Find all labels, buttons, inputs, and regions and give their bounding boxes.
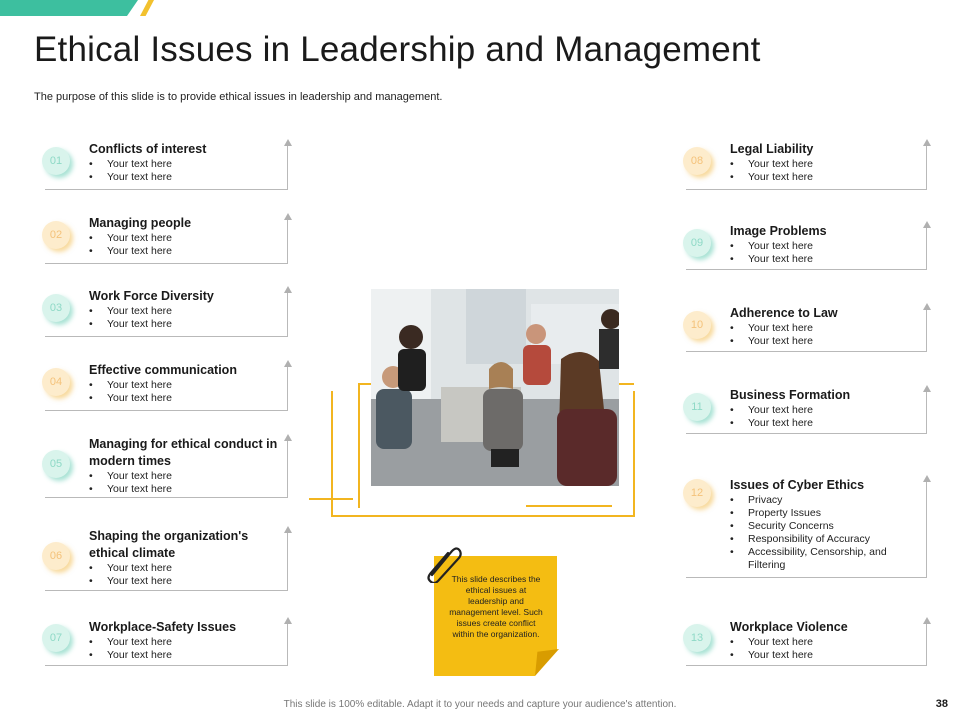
- issue-heading: Workplace-Safety Issues: [89, 620, 237, 634]
- number-badge: 02: [42, 221, 70, 249]
- bullet-list: Your text here Your text here: [730, 404, 930, 430]
- issue-card-03: 03 Work Force Diversity Your text here Y…: [42, 286, 292, 337]
- bullet-item: Your text here: [89, 483, 289, 496]
- issue-card-06: 06 Shaping the organization's ethical cl…: [42, 526, 292, 591]
- number-badge: 10: [683, 311, 711, 339]
- bullet-item: Your text here: [89, 562, 289, 575]
- bullet-item: Your text here: [89, 649, 289, 662]
- corner-accent-gold: [140, 0, 154, 16]
- number-badge: 08: [683, 147, 711, 175]
- bullet-item: Your text here: [89, 636, 289, 649]
- bullet-list: Your text here Your text here: [89, 158, 289, 184]
- bullet-list: Your text here Your text here: [730, 158, 930, 184]
- issue-heading: Managing for ethical conduct in modern t…: [89, 437, 278, 468]
- bullet-list: Privacy Property Issues Security Concern…: [730, 494, 915, 572]
- bullet-item: Your text here: [89, 379, 289, 392]
- bullet-item: Your text here: [89, 575, 289, 588]
- corner-accent-teal: [0, 0, 138, 16]
- bullet-item: Your text here: [730, 404, 930, 417]
- frame-line: [309, 498, 353, 500]
- issue-card-04: 04 Effective communication Your text her…: [42, 360, 292, 411]
- bullet-item: Accessibility, Censorship, and Filtering: [730, 546, 915, 572]
- issue-card-07: 07 Workplace-Safety Issues Your text her…: [42, 617, 292, 666]
- bullet-item: Responsibility of Accuracy: [730, 533, 915, 546]
- issue-card-10: 10 Adherence to Law Your text here Your …: [683, 303, 931, 352]
- number-badge: 04: [42, 368, 70, 396]
- issue-heading: Business Formation: [730, 388, 851, 402]
- bullet-item: Your text here: [730, 158, 930, 171]
- meeting-illustration: [371, 289, 619, 486]
- bullet-item: Your text here: [89, 245, 289, 258]
- bullet-item: Your text here: [89, 318, 289, 331]
- bullet-list: Your text here Your text here: [730, 240, 930, 266]
- number-badge: 03: [42, 294, 70, 322]
- paperclip-icon: [427, 547, 462, 583]
- team-meeting-photo: [371, 289, 619, 486]
- number-badge: 12: [683, 479, 711, 507]
- bullet-list: Your text here Your text here: [89, 470, 289, 496]
- bullet-list: Your text here Your text here: [89, 305, 289, 331]
- issue-heading: Conflicts of interest: [89, 142, 207, 156]
- issue-card-02: 02 Managing people Your text here Your t…: [42, 213, 292, 264]
- frame-line: [526, 505, 612, 507]
- bullet-item: Your text here: [89, 392, 289, 405]
- bullet-item: Your text here: [730, 636, 930, 649]
- bullet-item: Your text here: [730, 322, 930, 335]
- bullet-list: Your text here Your text here: [730, 636, 930, 662]
- issue-heading: Effective communication: [89, 363, 237, 377]
- bullet-item: Your text here: [730, 335, 930, 348]
- issue-heading: Managing people: [89, 216, 192, 230]
- bullet-list: Your text here Your text here: [89, 232, 289, 258]
- number-badge: 05: [42, 450, 70, 478]
- page-title: Ethical Issues in Leadership and Managem…: [34, 30, 761, 69]
- number-badge: 09: [683, 229, 711, 257]
- issue-heading: Issues of Cyber Ethics: [730, 478, 865, 492]
- issue-card-13: 13 Workplace Violence Your text here You…: [683, 617, 931, 666]
- bullet-list: Your text here Your text here: [89, 636, 289, 662]
- bullet-list: Your text here Your text here: [89, 379, 289, 405]
- page-subtitle: The purpose of this slide is to provide …: [34, 91, 443, 103]
- sticky-note-text: This slide describes the ethical issues …: [449, 574, 543, 639]
- number-badge: 06: [42, 542, 70, 570]
- bullet-item: Your text here: [89, 232, 289, 245]
- arrow-up-icon: [284, 526, 292, 533]
- bullet-item: Your text here: [730, 171, 930, 184]
- bullet-list: Your text here Your text here: [730, 322, 930, 348]
- bullet-item: Your text here: [730, 253, 930, 266]
- number-badge: 11: [683, 393, 711, 421]
- bullet-list: Your text here Your text here: [89, 562, 289, 588]
- sticky-note-fold: [535, 649, 559, 676]
- bullet-item: Your text here: [89, 305, 289, 318]
- issue-heading: Workplace Violence: [730, 620, 848, 634]
- issue-card-12: 12 Issues of Cyber Ethics Privacy Proper…: [683, 475, 931, 578]
- page-number: 38: [935, 698, 948, 710]
- bullet-item: Your text here: [89, 470, 289, 483]
- bullet-item: Your text here: [730, 649, 930, 662]
- bullet-item: Your text here: [89, 158, 289, 171]
- issue-heading: Work Force Diversity: [89, 289, 214, 303]
- number-badge: 01: [42, 147, 70, 175]
- issue-card-09: 09 Image Problems Your text here Your te…: [683, 221, 931, 270]
- arrow-up-icon: [284, 434, 292, 441]
- bullet-item: Your text here: [730, 240, 930, 253]
- bullet-item: Property Issues: [730, 507, 915, 520]
- issue-heading: Legal Liability: [730, 142, 814, 156]
- number-badge: 13: [683, 624, 711, 652]
- issue-card-11: 11 Business Formation Your text here You…: [683, 385, 931, 434]
- bullet-item: Your text here: [89, 171, 289, 184]
- footer-note: This slide is 100% editable. Adapt it to…: [283, 699, 677, 710]
- issue-card-08: 08 Legal Liability Your text here Your t…: [683, 139, 931, 190]
- issue-heading: Shaping the organization's ethical clima…: [89, 529, 249, 560]
- issue-card-05: 05 Managing for ethical conduct in moder…: [42, 434, 292, 498]
- bullet-item: Privacy: [730, 494, 915, 507]
- bullet-item: Security Concerns: [730, 520, 915, 533]
- bullet-item: Your text here: [730, 417, 930, 430]
- number-badge: 07: [42, 624, 70, 652]
- issue-heading: Image Problems: [730, 224, 827, 238]
- issue-card-01: 01 Conflicts of interest Your text here …: [42, 139, 292, 190]
- issue-heading: Adherence to Law: [730, 306, 838, 320]
